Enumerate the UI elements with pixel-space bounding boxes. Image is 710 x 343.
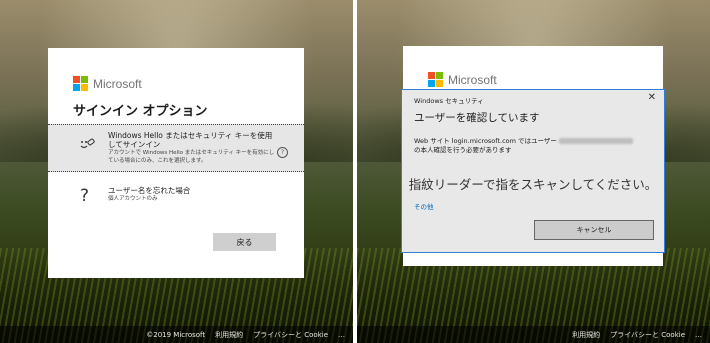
help-icon[interactable]: ? (277, 147, 288, 158)
more-options-icon[interactable]: … (695, 331, 702, 339)
footer-bar: ©2019 Microsoft 利用規約 プライバシーと Cookie … (0, 326, 353, 343)
terms-link[interactable]: 利用規約 (572, 330, 600, 340)
dialog-message-part1: Web サイト login.microsoft.com ではユーザー (414, 137, 557, 145)
back-button[interactable]: 戻る (213, 233, 276, 251)
privacy-link[interactable]: プライバシーと Cookie (253, 330, 328, 340)
option-forgot-title: ユーザー名を忘れた場合 (108, 186, 191, 195)
dialog-message: Web サイト login.microsoft.com ではユーザー の本人確認… (414, 137, 654, 155)
option-windows-hello[interactable]: Windows Hello またはセキュリティ キーを使用してサインイン アカウ… (48, 124, 304, 172)
question-mark-icon: ? (80, 186, 90, 206)
microsoft-squares-icon (73, 76, 88, 91)
option-forgot-username[interactable]: ? ユーザー名を忘れた場合 個人アカウントのみ (48, 180, 304, 216)
microsoft-squares-icon (428, 72, 443, 87)
option-forgot-subtitle: 個人アカウントのみ (108, 196, 158, 202)
cancel-button[interactable]: キャンセル (534, 220, 654, 240)
more-options-icon[interactable]: … (338, 331, 345, 339)
page-title: サインイン オプション (73, 104, 208, 119)
more-choices-link[interactable]: その他 (414, 201, 434, 211)
left-screen: Microsoft サインイン オプション Windows Hello またはセ… (0, 0, 353, 343)
fingerprint-instruction: 指紋リーダーで指をスキャンしてください。 (408, 177, 658, 192)
option-hello-title: Windows Hello またはセキュリティ キーを使用してサインイン (108, 131, 273, 149)
option-hello-subtitle: アカウントで Windows Hello またはセキュリティ キーを有効にしてい… (108, 150, 275, 164)
signin-options-card: Microsoft サインイン オプション Windows Hello またはセ… (48, 48, 304, 278)
footer-bar: 利用規約 プライバシーと Cookie … (357, 326, 710, 343)
right-screen: Microsoft Windows セキュリティ ✕ ユーザーを確認しています … (357, 0, 710, 343)
redacted-email (558, 138, 633, 144)
microsoft-logo: Microsoft (428, 72, 497, 87)
brand-name: Microsoft (448, 72, 497, 87)
dialog-window-title: Windows セキュリティ (414, 97, 484, 105)
dialog-message-part2: の本人確認を行う必要があります (414, 146, 512, 154)
dialog-heading: ユーザーを確認しています (414, 112, 540, 124)
privacy-link[interactable]: プライバシーと Cookie (610, 330, 685, 340)
terms-link[interactable]: 利用規約 (215, 330, 243, 340)
brand-name: Microsoft (93, 76, 142, 91)
windows-security-dialog: Windows セキュリティ ✕ ユーザーを確認しています Web サイト lo… (401, 89, 665, 253)
close-icon[interactable]: ✕ (648, 92, 656, 103)
security-key-icon (78, 137, 96, 157)
copyright-text: ©2019 Microsoft (146, 330, 206, 339)
microsoft-logo: Microsoft (73, 76, 142, 91)
